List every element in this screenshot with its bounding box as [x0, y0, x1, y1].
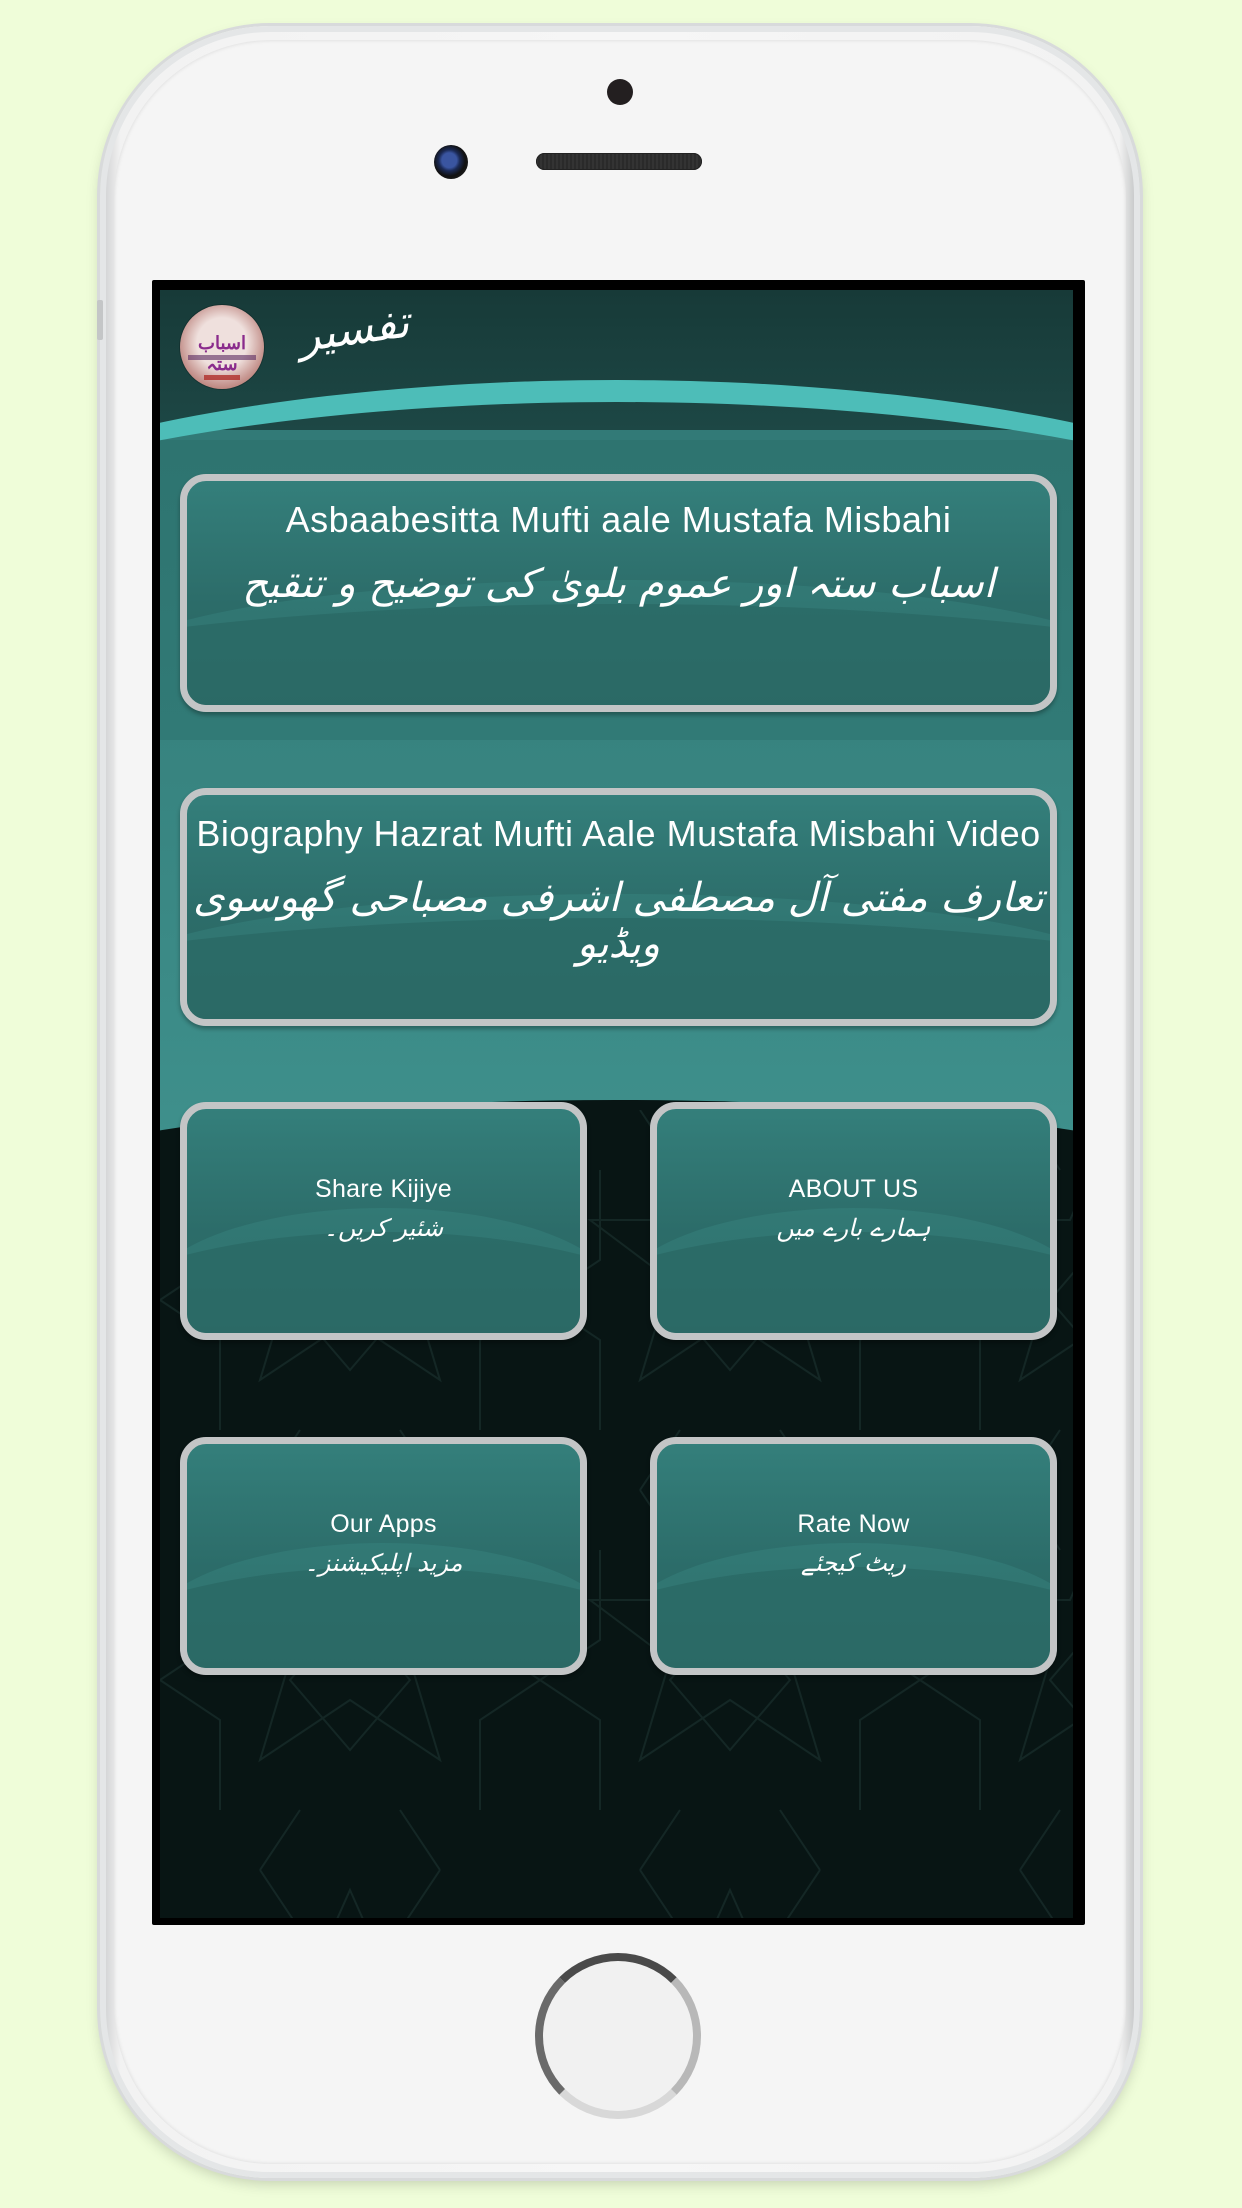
rate-label-english: Rate Now — [797, 1510, 910, 1538]
share-label-english: Share Kijiye — [315, 1175, 452, 1203]
app-screen: اسباب ستہ تفسیر Asbaabesitta Mufti aale … — [160, 290, 1073, 1918]
share-button[interactable]: Share Kijiye شئیر کریں۔ — [180, 1102, 587, 1340]
earpiece-speaker-icon — [536, 153, 702, 170]
biography-video-card[interactable]: Biography Hazrat Mufti Aale Mustafa Misb… — [180, 788, 1057, 1026]
logo-subtitle-line — [188, 355, 256, 360]
share-label-urdu: شئیر کریں۔ — [323, 1214, 444, 1242]
logo-title: اسباب ستہ — [198, 333, 246, 375]
card-title-english: Asbaabesitta Mufti aale Mustafa Misbahi — [285, 499, 952, 540]
asbaab-e-sitta-card[interactable]: Asbaabesitta Mufti aale Mustafa Misbahi … — [180, 474, 1057, 712]
about-us-button[interactable]: ABOUT US ہمارے بارے میں — [650, 1102, 1057, 1340]
apps-label-urdu: مزید اپلیکیشنز۔ — [304, 1549, 463, 1577]
apps-label-english: Our Apps — [330, 1510, 437, 1538]
proximity-sensor-icon — [607, 79, 633, 105]
card-title-urdu: اسباب ستہ اور عموم بلویٰ کی توضیح و تنقی… — [242, 561, 995, 607]
phone-side-button — [97, 300, 103, 340]
our-apps-button[interactable]: Our Apps مزید اپلیکیشنز۔ — [180, 1437, 587, 1675]
logo-footer-line — [204, 375, 240, 380]
card-title-urdu: تعارف مفتی آل مصطفی اشرفی مصباحی گھوسوی … — [193, 875, 1044, 967]
rate-label-urdu: ریٹ کیجئے — [801, 1549, 906, 1577]
app-logo: اسباب ستہ — [180, 305, 264, 389]
front-camera-icon — [434, 145, 468, 179]
card-title-english: Biography Hazrat Mufti Aale Mustafa Misb… — [196, 813, 1041, 854]
rate-now-button[interactable]: Rate Now ریٹ کیجئے — [650, 1437, 1057, 1675]
about-label-urdu: ہمارے بارے میں — [776, 1214, 931, 1242]
about-label-english: ABOUT US — [788, 1175, 919, 1203]
home-button[interactable] — [535, 1953, 701, 2119]
